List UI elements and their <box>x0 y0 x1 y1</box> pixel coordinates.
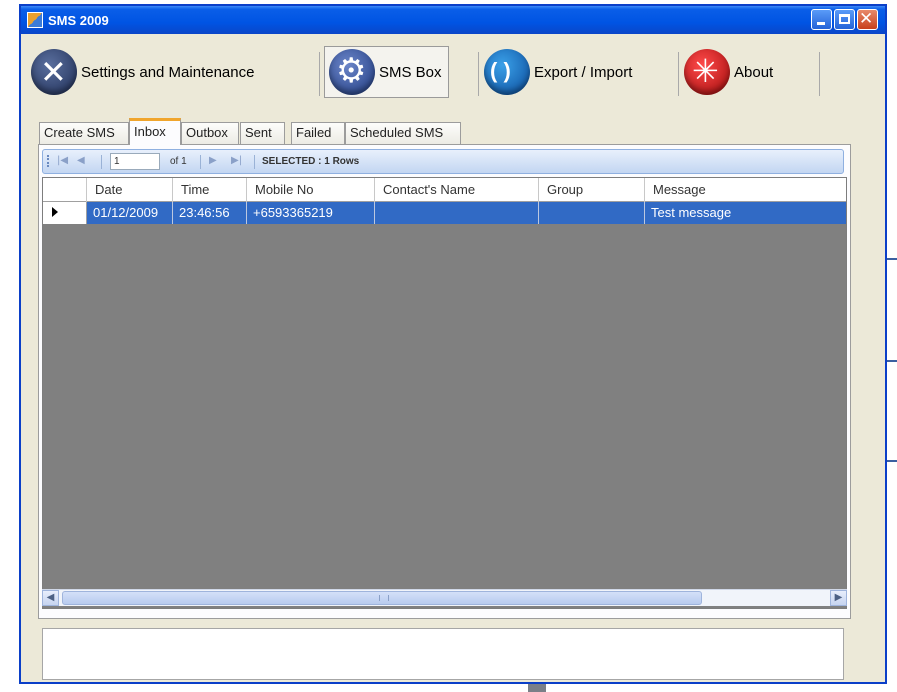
tab-failed[interactable]: Failed <box>291 122 345 144</box>
current-row-indicator-icon <box>52 207 58 217</box>
tab-inbox[interactable]: Inbox <box>129 118 181 145</box>
navigator-separator <box>101 155 102 169</box>
export-import-label: Export / Import <box>534 63 633 81</box>
message-preview-box[interactable] <box>42 628 844 680</box>
row-header[interactable] <box>43 202 87 224</box>
move-first-icon[interactable]: |◀ <box>57 155 68 166</box>
background-desktop-right <box>887 0 897 692</box>
column-header-group[interactable]: Group <box>539 178 645 202</box>
about-button[interactable]: About <box>684 46 773 98</box>
move-previous-icon[interactable]: ◀ <box>77 155 85 166</box>
toolbar-separator <box>819 52 820 96</box>
maximize-icon <box>839 14 850 24</box>
binding-navigator: |◀ ◀ 1 of 1 ▶ ▶| SELECTED : 1 Rows <box>42 149 844 174</box>
table-row[interactable]: 01/12/2009 23:46:56 +6593365219 Test mes… <box>43 202 846 224</box>
inbox-panel: |◀ ◀ 1 of 1 ▶ ▶| SELECTED : 1 Rows Date … <box>38 144 851 619</box>
cell-message[interactable]: Test message <box>645 202 846 224</box>
toolbar-separator <box>319 52 320 96</box>
sms-box-label: SMS Box <box>379 63 442 81</box>
column-header-contact-name[interactable]: Contact's Name <box>375 178 539 202</box>
background-mark <box>887 460 897 462</box>
cell-mobile-no[interactable]: +6593365219 <box>247 202 375 224</box>
background-desktop-left <box>0 0 20 692</box>
cell-contact-name[interactable] <box>375 202 539 224</box>
about-label: About <box>734 63 774 81</box>
position-input[interactable]: 1 <box>110 153 160 170</box>
grip-icon <box>379 595 389 601</box>
about-icon <box>684 49 730 95</box>
messages-grid[interactable]: Date Time Mobile No Contact's Name Group… <box>42 177 847 609</box>
scroll-thumb[interactable] <box>62 591 702 605</box>
close-button[interactable]: ✕ <box>857 9 878 30</box>
app-icon <box>27 12 43 28</box>
column-header-message[interactable]: Message <box>645 178 846 202</box>
background-mark <box>887 258 897 260</box>
title-bar[interactable]: SMS 2009 ✕ <box>21 6 885 34</box>
gear-icon <box>329 49 375 95</box>
settings-maintenance-button[interactable]: Settings and Maintenance <box>31 46 254 98</box>
background-mark <box>887 360 897 362</box>
sync-icon <box>484 49 530 95</box>
count-label: of 1 <box>170 156 187 167</box>
grid-header: Date Time Mobile No Contact's Name Group… <box>43 178 846 202</box>
main-toolbar: Settings and Maintenance SMS Box Export … <box>21 34 885 112</box>
cell-date[interactable]: 01/12/2009 <box>87 202 173 224</box>
scroll-right-button[interactable]: ▶ <box>830 590 847 606</box>
minimize-button[interactable] <box>811 9 832 30</box>
toolbar-separator <box>478 52 479 96</box>
cell-time[interactable]: 23:46:56 <box>173 202 247 224</box>
grip-icon <box>47 155 51 167</box>
navigator-separator <box>200 155 201 169</box>
move-next-icon[interactable]: ▶ <box>209 155 217 166</box>
settings-maintenance-label: Settings and Maintenance <box>81 63 255 81</box>
window-title: SMS 2009 <box>48 13 109 28</box>
navigator-separator <box>254 155 255 169</box>
horizontal-scrollbar[interactable]: ◀ ▶ <box>42 589 847 606</box>
toolbar-separator <box>678 52 679 96</box>
column-header-mobile-no[interactable]: Mobile No <box>247 178 375 202</box>
selected-rows-label: SELECTED : 1 Rows <box>262 156 360 167</box>
close-icon: ✕ <box>859 9 874 29</box>
minimize-icon <box>817 22 825 25</box>
move-last-icon[interactable]: ▶| <box>231 155 242 166</box>
tab-sent[interactable]: Sent <box>240 122 285 144</box>
scroll-left-button[interactable]: ◀ <box>42 590 59 606</box>
app-window: SMS 2009 ✕ Settings and Maintenance SMS … <box>19 4 887 684</box>
grid-corner <box>43 178 87 202</box>
maximize-button[interactable] <box>834 9 855 30</box>
tools-icon <box>31 49 77 95</box>
column-header-time[interactable]: Time <box>173 178 247 202</box>
export-import-button[interactable]: Export / Import <box>484 46 632 98</box>
column-header-date[interactable]: Date <box>87 178 173 202</box>
tab-create-sms[interactable]: Create SMS <box>39 122 129 144</box>
tab-outbox[interactable]: Outbox <box>181 122 239 144</box>
cell-group[interactable] <box>539 202 645 224</box>
tab-scheduled-sms[interactable]: Scheduled SMS <box>345 122 461 144</box>
sms-box-button[interactable]: SMS Box <box>324 46 449 98</box>
